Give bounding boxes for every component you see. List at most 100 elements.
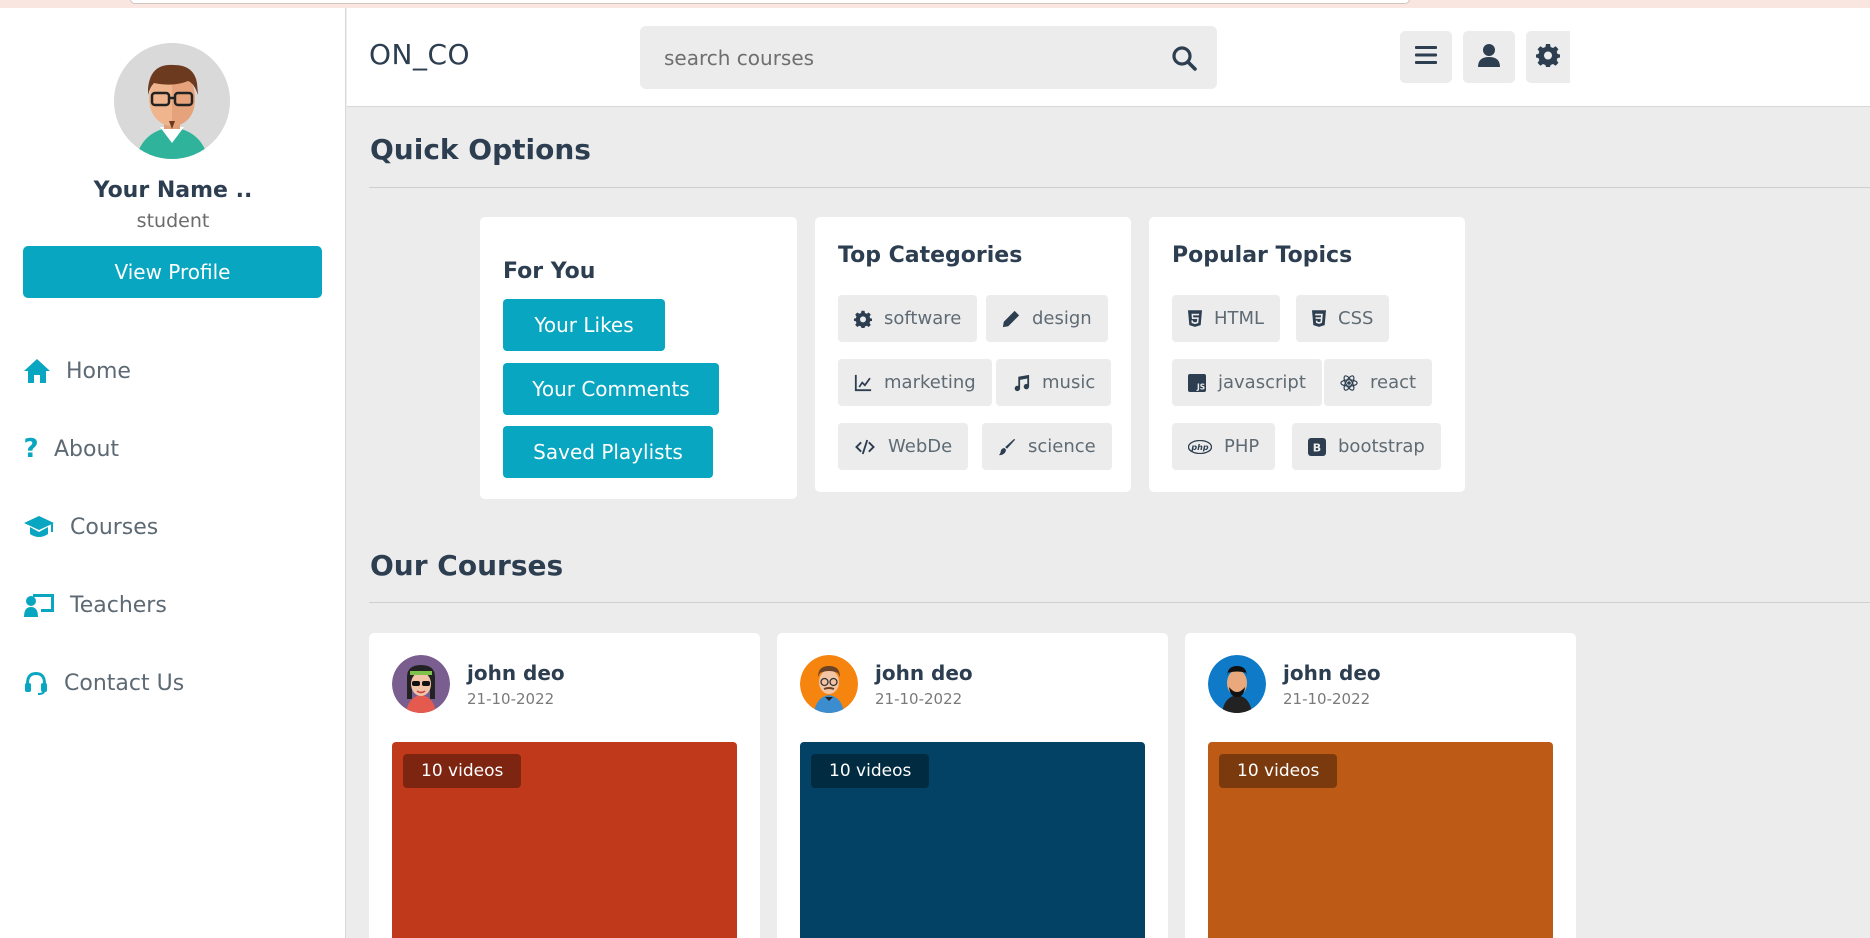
sidebar-item-label: Home xyxy=(66,358,131,384)
tag-label: HTML xyxy=(1214,308,1265,329)
course-card[interactable]: john deo 21-10-2022 10 videos xyxy=(1185,633,1576,938)
search-icon[interactable] xyxy=(1171,45,1197,71)
sidebar-item-about[interactable]: ? About xyxy=(22,429,119,469)
course-thumbnail[interactable]: 10 videos xyxy=(1208,742,1553,938)
tag-marketing[interactable]: marketing xyxy=(838,359,992,406)
tag-label: react xyxy=(1370,372,1417,393)
divider xyxy=(369,187,1870,188)
headset-icon xyxy=(22,668,50,698)
tag-react[interactable]: react xyxy=(1324,359,1433,406)
svg-text:php: php xyxy=(1190,443,1208,452)
tag-label: software xyxy=(884,308,962,329)
course-card[interactable]: john deo 21-10-2022 10 videos xyxy=(777,633,1168,938)
tag-javascript[interactable]: JS javascript xyxy=(1172,359,1322,406)
tag-label: WebDe xyxy=(888,436,953,457)
tag-html[interactable]: HTML xyxy=(1172,295,1281,342)
search-bar xyxy=(640,26,1217,89)
line-chart-icon xyxy=(854,374,872,391)
tag-php[interactable]: php PHP xyxy=(1172,423,1276,470)
brush-icon xyxy=(998,438,1016,455)
tag-label: CSS xyxy=(1338,308,1374,329)
your-likes-button[interactable]: Your Likes xyxy=(503,299,665,351)
course-date: 21-10-2022 xyxy=(875,690,963,708)
php-icon: php xyxy=(1188,439,1212,454)
js-icon: JS xyxy=(1188,373,1206,392)
sidebar-item-label: About xyxy=(54,436,120,462)
html5-icon xyxy=(1188,309,1202,327)
sidebar-item-teachers[interactable]: Teachers xyxy=(22,585,167,625)
svg-text:JS: JS xyxy=(1196,382,1205,391)
home-icon xyxy=(22,356,52,386)
menu-button[interactable] xyxy=(1400,31,1452,83)
author-avatar xyxy=(800,655,858,713)
course-card[interactable]: john deo 21-10-2022 10 videos xyxy=(369,633,760,938)
profile-name: Your Name .. xyxy=(93,178,253,203)
sidebar-item-contact-us[interactable]: Contact Us xyxy=(22,663,184,703)
gear-icon xyxy=(854,310,872,328)
pencil-icon xyxy=(1002,310,1020,327)
sidebar-item-label: Contact Us xyxy=(64,670,185,696)
tag-webde[interactable]: WebDe xyxy=(838,423,969,470)
sidebar-item-home[interactable]: Home xyxy=(22,351,131,391)
top-header: ON_CO xyxy=(347,8,1870,107)
chalkboard-teacher-icon xyxy=(22,590,56,620)
card-title: Top Categories xyxy=(838,243,1023,268)
react-icon xyxy=(1340,374,1358,391)
course-date: 21-10-2022 xyxy=(1283,690,1371,708)
course-thumbnail[interactable]: 10 videos xyxy=(392,742,737,938)
quick-options-title: Quick Options xyxy=(370,133,591,166)
user-icon xyxy=(1478,43,1500,71)
sidebar-item-label: Courses xyxy=(70,514,159,540)
view-profile-button[interactable]: View Profile xyxy=(23,246,322,298)
profile-role: student xyxy=(136,210,210,232)
user-button[interactable] xyxy=(1463,31,1515,83)
video-count-badge: 10 videos xyxy=(403,754,522,788)
menu-icon xyxy=(1415,45,1437,69)
card-title: Popular Topics xyxy=(1172,243,1353,268)
author-avatar xyxy=(392,655,450,713)
tag-label: marketing xyxy=(884,372,976,393)
course-date: 21-10-2022 xyxy=(467,690,555,708)
sidebar-item-label: Teachers xyxy=(70,592,167,618)
sidebar: Your Name .. student View Profile Home ?… xyxy=(0,8,346,938)
tag-bootstrap[interactable]: B bootstrap xyxy=(1292,423,1441,470)
tag-css[interactable]: CSS xyxy=(1296,295,1390,342)
browser-top-strip xyxy=(0,0,1870,8)
card-title: For You xyxy=(503,259,596,284)
avatar[interactable] xyxy=(114,43,230,159)
sidebar-item-courses[interactable]: Courses xyxy=(22,507,158,547)
settings-button[interactable] xyxy=(1526,31,1570,83)
course-thumbnail[interactable]: 10 videos xyxy=(800,742,1145,938)
tag-science[interactable]: science xyxy=(982,423,1112,470)
author-name: john deo xyxy=(467,661,565,685)
question-icon: ? xyxy=(23,434,39,464)
tag-music[interactable]: music xyxy=(996,359,1112,406)
tag-label: science xyxy=(1028,436,1096,457)
tag-software[interactable]: software xyxy=(838,295,978,342)
popular-topics-card: Popular Topics HTML CSS JS javascript re… xyxy=(1149,217,1465,492)
bootstrap-icon: B xyxy=(1308,437,1326,456)
code-icon xyxy=(855,439,875,454)
top-categories-card: Top Categories software design marketing… xyxy=(815,217,1131,492)
svg-text:B: B xyxy=(1313,441,1321,454)
video-count-badge: 10 videos xyxy=(1219,754,1338,788)
saved-playlists-button[interactable]: Saved Playlists xyxy=(503,426,713,478)
graduation-cap-icon xyxy=(22,512,56,542)
music-icon xyxy=(1014,374,1030,391)
tag-label: javascript xyxy=(1218,372,1306,393)
gear-icon xyxy=(1536,43,1560,71)
tag-label: design xyxy=(1032,308,1092,329)
tag-label: bootstrap xyxy=(1338,436,1425,457)
tag-design[interactable]: design xyxy=(986,295,1108,342)
author-name: john deo xyxy=(875,661,973,685)
your-comments-button[interactable]: Your Comments xyxy=(503,363,719,415)
css3-icon xyxy=(1312,309,1326,327)
video-count-badge: 10 videos xyxy=(811,754,930,788)
app-logo[interactable]: ON_CO xyxy=(369,38,470,71)
browser-address-pill xyxy=(130,0,1410,4)
our-courses-title: Our Courses xyxy=(370,549,564,582)
divider xyxy=(369,602,1870,603)
author-avatar xyxy=(1208,655,1266,713)
search-input[interactable] xyxy=(640,26,1160,89)
author-name: john deo xyxy=(1283,661,1381,685)
